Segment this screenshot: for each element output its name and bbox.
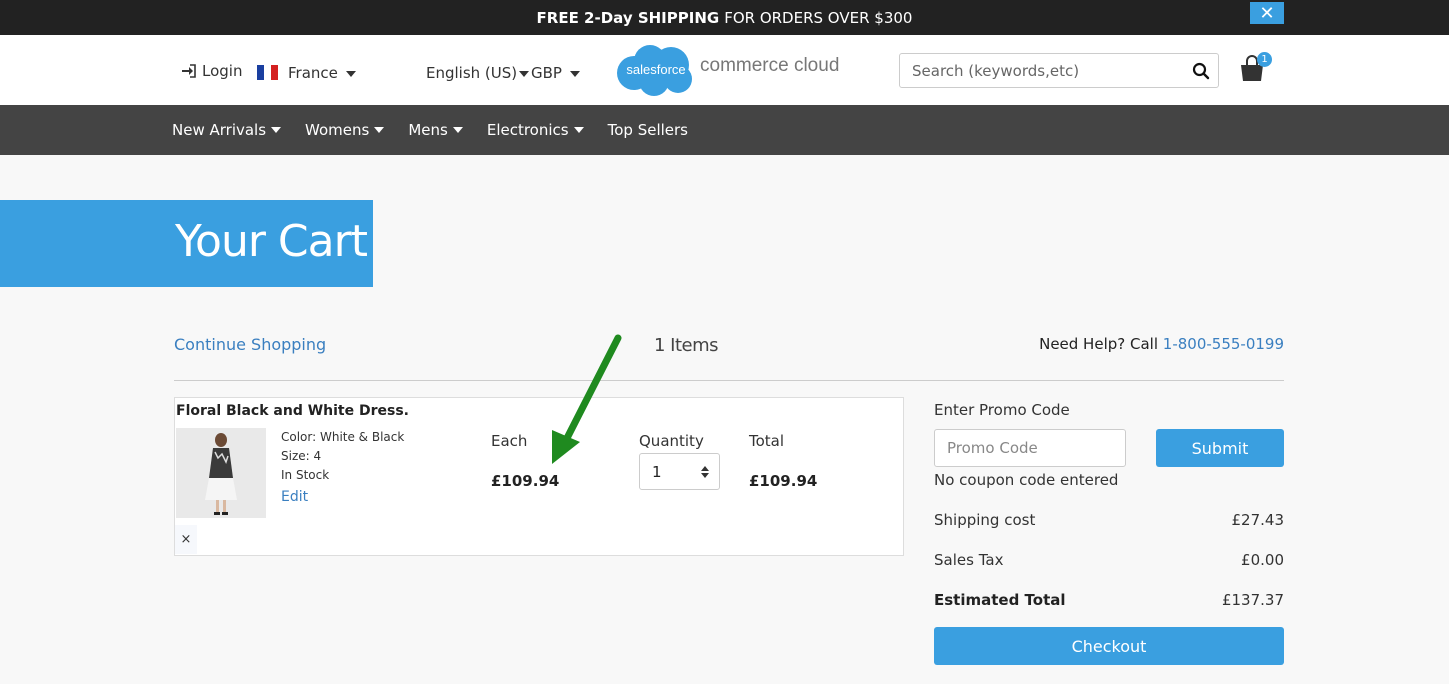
estimated-total-value: £137.37 [1221,591,1284,609]
remove-item-button[interactable]: × [175,525,197,554]
language-selector[interactable]: English (US) [426,64,517,82]
divider [174,380,1284,381]
search-input[interactable] [900,54,1180,87]
total-label: Total [749,432,785,450]
page-title: Your Cart [175,216,368,267]
product-name: Floral Black and White Dress. [176,403,409,419]
close-banner-button[interactable]: ✕ [1250,2,1284,24]
checkout-button[interactable]: Checkout [934,627,1284,665]
promo-banner: FREE 2-Day SHIPPING FOR ORDERS OVER $300 [0,0,1449,35]
help-text: Need Help? Call 1-800-555-0199 [1039,335,1284,353]
login-link[interactable]: Login [181,62,242,80]
items-count: 1 Items [654,335,719,356]
nav-item-new-arrivals[interactable]: New Arrivals [172,121,282,139]
country-selector[interactable]: France [288,64,356,82]
logo-cloud-text: salesforce [626,62,685,77]
nav-item-womens[interactable]: Womens [305,121,385,139]
cart-item-card: Floral Black and White Dress. Color: Whi… [174,397,904,556]
promo-code-input[interactable] [934,429,1126,467]
search-box [899,53,1219,88]
each-label: Each [491,432,528,450]
edit-item-link[interactable]: Edit [281,489,308,505]
main-navigation: New Arrivals Womens Mens Electronics Top… [0,105,1449,155]
submit-promo-button[interactable]: Submit [1156,429,1284,467]
total-price: £109.94 [749,472,818,490]
search-icon[interactable] [1192,62,1210,80]
nav-item-label: Electronics [486,121,569,139]
product-stock-status: In Stock [281,468,330,482]
nav-item-label: New Arrivals [172,121,267,139]
country-label: France [288,64,338,82]
language-label: English (US) [426,64,518,82]
salesforce-logo[interactable]: salesforce commerce cloud [614,41,854,99]
help-phone-link[interactable]: 1-800-555-0199 [1163,335,1284,353]
salesforce-cloud-icon: salesforce [617,45,692,96]
chevron-down-icon [345,70,356,77]
chevron-down-icon [569,70,580,77]
shipping-cost-value: £27.43 [1231,511,1285,529]
annotation-arrow-icon [552,334,622,464]
page-hero: Your Cart [0,200,373,287]
france-flag-icon [257,65,278,80]
each-price: £109.94 [491,472,560,490]
quantity-value: 1 [652,462,662,481]
quantity-label: Quantity [639,432,704,450]
chevron-down-icon [271,127,282,133]
promo-code-label: Enter Promo Code [934,401,1070,419]
chevron-down-icon [374,127,385,133]
nav-item-label: Top Sellers [607,121,688,139]
cart-count-badge: 1 [1257,52,1272,67]
site-header: Login France English (US) GBP salesforce… [0,35,1449,105]
logo-text: commerce cloud [700,55,840,76]
continue-shopping-link[interactable]: Continue Shopping [174,335,326,354]
chevron-down-icon [452,127,463,133]
login-label: Login [202,62,243,80]
quantity-select[interactable]: 1 [639,453,720,490]
banner-text: FOR ORDERS OVER $300 [724,8,913,27]
product-image[interactable] [176,428,266,518]
product-size: Size: 4 [281,449,322,463]
nav-item-label: Womens [305,121,370,139]
no-coupon-message: No coupon code entered [934,471,1119,489]
select-arrows-icon [701,466,709,478]
chevron-down-icon [573,127,584,133]
estimated-total-label: Estimated Total [934,591,1066,609]
nav-item-label: Mens [408,121,448,139]
sign-in-icon [182,64,196,78]
nav-item-mens[interactable]: Mens [408,121,463,139]
chevron-down-icon [519,70,529,77]
product-color: Color: White & Black [281,430,405,444]
nav-item-electronics[interactable]: Electronics [487,121,584,139]
nav-item-top-sellers[interactable]: Top Sellers [608,121,688,139]
banner-bold-text: FREE 2-Day SHIPPING [536,8,720,27]
shipping-cost-label: Shipping cost [934,511,1036,529]
currency-label: GBP [531,64,562,82]
currency-selector[interactable]: GBP [519,64,580,82]
sales-tax-value: £0.00 [1241,551,1284,569]
sales-tax-label: Sales Tax [934,551,1004,569]
help-label: Need Help? Call [1039,335,1158,353]
